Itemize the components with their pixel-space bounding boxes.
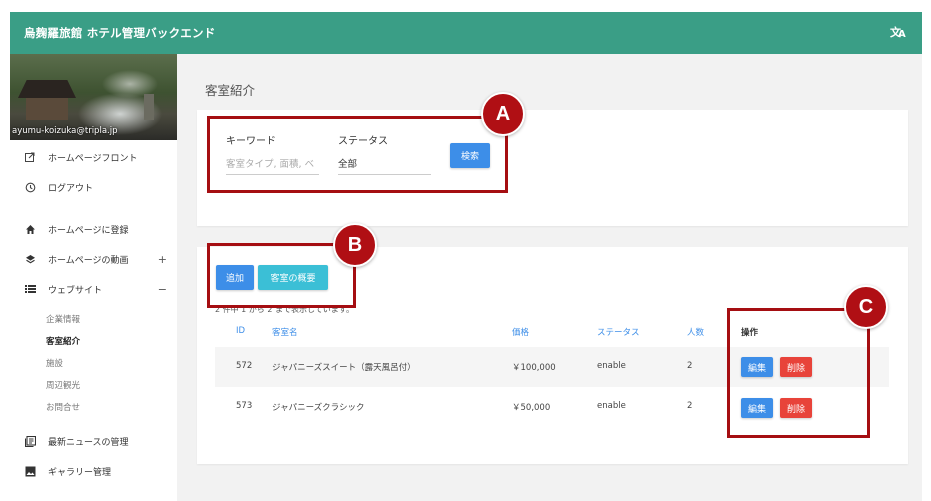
stone-lantern [144,94,154,120]
house [26,98,68,120]
home-icon [24,223,36,235]
sidebar-item-label: ログアウト [48,183,94,194]
top-bar: 烏麹羅旅館 ホテル管理バックエンド 文A [10,12,922,54]
sidebar-item-label: ホームページに登録 [48,225,129,236]
sidebar-item-logout[interactable]: ログアウト [10,172,177,202]
cell-people: 2 [687,401,693,411]
cell-status: enable [597,361,626,371]
sidebar-item-homepage-front[interactable]: ホームページフロント [10,142,177,172]
translate-icon[interactable]: 文A [890,24,908,42]
sidebar-item-homepage-video[interactable]: ホームページの動画 + [10,244,177,274]
layers-icon [24,253,36,265]
sidebar-item-label: 最新ニュースの管理 [48,437,129,448]
column-header-people[interactable]: 人数 [687,326,704,338]
sidebar-item-gallery[interactable]: ギャラリー管理 [10,456,177,486]
sidebar: ayumu-koizuka@tripla.jp ホームページフロント ログアウト… [10,54,177,501]
cell-price: ￥100,000 [512,363,556,373]
sidebar-subitem-facilities[interactable]: 施設 [10,352,177,374]
collapse-icon[interactable]: − [158,283,167,296]
callout-box-a [207,116,508,193]
column-header-price[interactable]: 価格 [512,326,529,338]
callout-box-c [727,308,870,438]
cell-status: enable [597,401,626,411]
news-icon [24,435,36,447]
column-header-id[interactable]: ID [236,326,245,336]
cell-room-name: ジャパニーズスイート（露天風呂付） [272,363,416,373]
external-link-icon [24,151,36,163]
list-icon [24,283,36,295]
cell-people: 2 [687,361,693,371]
app-title: 烏麹羅旅館 ホテル管理バックエンド [24,26,216,40]
sidebar-item-homepage-register[interactable]: ホームページに登録 [10,214,177,244]
sidebar-item-label: ギャラリー管理 [48,467,112,478]
callout-badge-c: C [844,285,888,329]
sidebar-subitem-rooms[interactable]: 客室紹介 [10,330,177,352]
sidebar-subitem-sightseeing[interactable]: 周辺観光 [10,374,177,396]
history-icon [24,181,36,193]
cell-room-name: ジャパニーズクラシック [272,403,365,413]
column-header-room-name[interactable]: 客室名 [272,326,298,338]
sidebar-item-website[interactable]: ウェブサイト − [10,274,177,304]
sidebar-item-label: ウェブサイト [48,285,103,296]
expand-icon[interactable]: + [158,253,167,266]
sidebar-subitem-company[interactable]: 企業情報 [10,308,177,330]
sidebar-subitem-contact[interactable]: お問合せ [10,396,177,418]
page-title: 客室紹介 [205,83,256,98]
sidebar-item-news[interactable]: 最新ニュースの管理 [10,426,177,456]
cell-id: 572 [236,361,253,371]
callout-badge-b: B [333,223,377,267]
hotel-hero-image: ayumu-koizuka@tripla.jp [10,54,177,140]
sidebar-item-label: ホームページフロント [48,153,138,164]
sidebar-item-label: ホームページの動画 [48,255,129,266]
cell-id: 573 [236,401,253,411]
callout-badge-a: A [481,92,525,136]
cell-price: ￥50,000 [512,403,551,413]
house-roof [18,80,76,98]
column-header-status[interactable]: ステータス [597,326,640,338]
image-icon [24,465,36,477]
user-email: ayumu-koizuka@tripla.jp [12,126,118,136]
